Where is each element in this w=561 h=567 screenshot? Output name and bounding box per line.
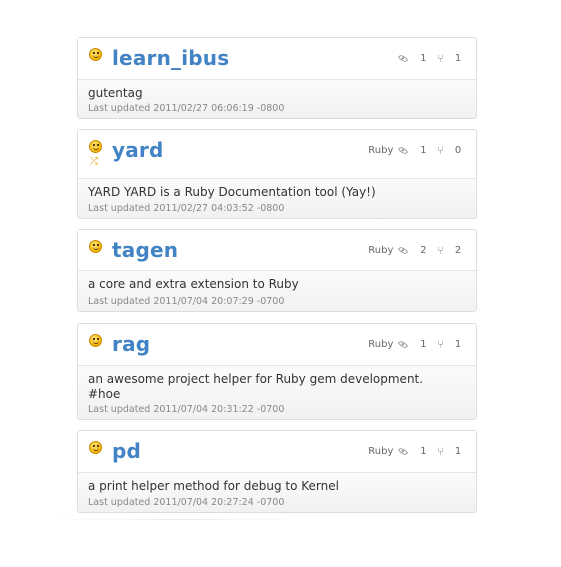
repo-description: YARD YARD is a Ruby Documentation tool (… <box>88 185 376 199</box>
repo-header: learn_ibus 1 ⑂ 1 <box>78 38 476 79</box>
repo-name-link[interactable]: tagen <box>112 238 178 262</box>
repo-item: pd Ruby 1 ⑂ 1 a print helper method for … <box>77 430 477 513</box>
repo-header: tagen Ruby 2 ⑂ 2 <box>78 230 476 270</box>
smiley-icon <box>89 441 102 454</box>
repo-body: gutentag Last updated 2011/02/27 06:06:1… <box>78 79 476 118</box>
watchers-count[interactable]: 1 <box>419 446 427 457</box>
repo-last-updated: Last updated 2011/07/04 20:27:24 -0700 <box>88 497 285 508</box>
repo-language: Ruby <box>368 445 394 457</box>
repo-body: YARD YARD is a Ruby Documentation tool (… <box>78 178 476 218</box>
watchers-count[interactable]: 1 <box>419 145 427 156</box>
repo-header: pd Ruby 1 ⑂ 1 <box>78 431 476 472</box>
repo-item: ⤮ yard Ruby 1 ⑂ 0 YARD YARD is a Ruby Do… <box>77 129 477 219</box>
branch-icon: ⑂ <box>437 243 444 257</box>
repo-description: an awesome project helper for Ruby gem d… <box>88 372 424 401</box>
repo-stats: Ruby 2 ⑂ 2 <box>368 243 462 257</box>
repo-body: an awesome project helper for Ruby gem d… <box>78 365 476 419</box>
repo-name-link[interactable]: yard <box>112 138 164 162</box>
repo-item: tagen Ruby 2 ⑂ 2 a core and extra extens… <box>77 229 477 312</box>
forks-count[interactable]: 1 <box>454 53 462 64</box>
repo-stats: 1 ⑂ 1 <box>393 51 462 65</box>
smiley-icon <box>89 48 102 61</box>
forks-count[interactable]: 0 <box>454 145 462 156</box>
branch-icon: ⑂ <box>437 51 444 65</box>
repo-language: Ruby <box>368 244 394 256</box>
smiley-icon <box>89 240 102 253</box>
repo-name-link[interactable]: pd <box>112 439 141 463</box>
repo-item: rag Ruby 1 ⑂ 1 an awesome project helper… <box>77 323 477 420</box>
eye-icon <box>398 338 409 350</box>
repo-body: a core and extra extension to Ruby Last … <box>78 270 476 311</box>
repo-name-link[interactable]: rag <box>112 332 150 356</box>
watchers-count[interactable]: 1 <box>419 53 427 64</box>
repo-item: learn_ibus 1 ⑂ 1 gutentag Last updated 2… <box>77 37 477 119</box>
repo-stats: Ruby 1 ⑂ 1 <box>368 337 462 351</box>
repo-header: rag Ruby 1 ⑂ 1 <box>78 324 476 365</box>
eye-icon <box>398 244 409 256</box>
watchers-count[interactable]: 1 <box>419 339 427 350</box>
eye-icon <box>398 144 409 156</box>
repo-description: gutentag <box>88 86 143 100</box>
smiley-icon <box>89 140 102 153</box>
repo-language: Ruby <box>368 144 394 156</box>
fork-icon: ⤮ <box>90 156 98 167</box>
repo-name-link[interactable]: learn_ibus <box>112 46 229 70</box>
divider <box>57 519 307 520</box>
eye-icon <box>398 445 409 457</box>
repo-last-updated: Last updated 2011/07/04 20:07:29 -0700 <box>88 296 285 307</box>
smiley-icon <box>89 334 102 347</box>
watchers-count[interactable]: 2 <box>419 245 427 256</box>
repo-description: a print helper method for debug to Kerne… <box>88 479 339 493</box>
forks-count[interactable]: 2 <box>454 245 462 256</box>
branch-icon: ⑂ <box>437 143 444 157</box>
repo-stats: Ruby 1 ⑂ 0 <box>368 143 462 157</box>
eye-icon <box>398 52 409 64</box>
repo-body: a print helper method for debug to Kerne… <box>78 472 476 512</box>
repo-last-updated: Last updated 2011/02/27 04:03:52 -0800 <box>88 203 285 214</box>
branch-icon: ⑂ <box>437 337 444 351</box>
repo-language: Ruby <box>368 338 394 350</box>
forks-count[interactable]: 1 <box>454 446 462 457</box>
repo-description: a core and extra extension to Ruby <box>88 277 299 291</box>
branch-icon: ⑂ <box>437 444 444 458</box>
repo-header: ⤮ yard Ruby 1 ⑂ 0 <box>78 130 476 178</box>
forks-count[interactable]: 1 <box>454 339 462 350</box>
repo-last-updated: Last updated 2011/07/04 20:31:22 -0700 <box>88 404 285 415</box>
repo-last-updated: Last updated 2011/02/27 06:06:19 -0800 <box>88 103 285 114</box>
repo-stats: Ruby 1 ⑂ 1 <box>368 444 462 458</box>
